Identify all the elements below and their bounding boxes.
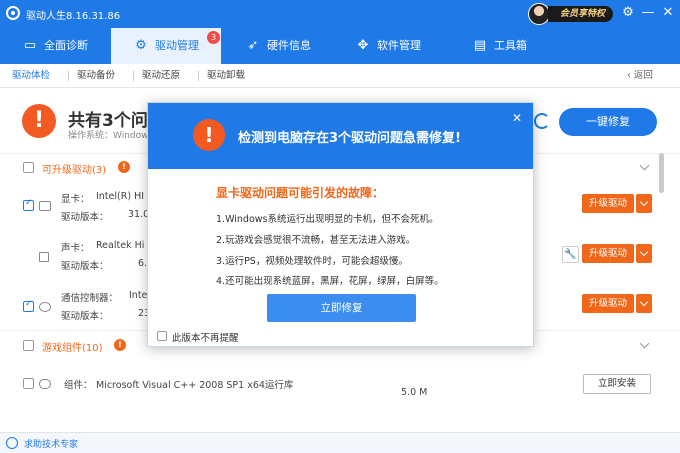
version-label: 驱动版本： (61, 311, 109, 322)
display-card-icon (39, 201, 51, 211)
component-label: 组件： (64, 380, 93, 391)
notification-badge: 3 (207, 31, 220, 44)
minimize-icon[interactable]: — (640, 5, 656, 21)
group-title-upgradable: 可升级驱动(3) (42, 165, 107, 176)
tab-driver-restore[interactable]: 驱动还原 (142, 64, 180, 88)
component-size: 5.0 M (401, 387, 428, 398)
app-logo-icon (6, 6, 20, 20)
gear-icon: ⚙ (135, 38, 147, 53)
nav-driver-manage[interactable]: ⚙ 驱动管理 3 (111, 28, 221, 64)
nav-label: 硬件信息 (267, 39, 311, 52)
main-nav: ▭ 全面诊断 ⚙ 驱动管理 3 ➶ 硬件信息 ✥ 软件管理 ▤ 工具箱 (0, 28, 680, 64)
tab-divider (198, 71, 199, 81)
version-label: 驱动版本： (61, 261, 109, 272)
fix-now-button[interactable]: 立即修复 (267, 294, 416, 322)
upgrade-driver-button[interactable]: 升级驱动 (582, 294, 634, 313)
summary-subtitle: 操作系统：Windows (68, 131, 154, 141)
nav-label: 工具箱 (494, 39, 527, 52)
row-checkbox[interactable] (23, 378, 34, 389)
group-checkbox[interactable] (23, 340, 34, 351)
upgrade-dropdown-button[interactable] (636, 294, 652, 313)
back-label: 返回 (633, 70, 653, 81)
row-checkbox[interactable] (23, 198, 34, 211)
driver-issue-dialog: ! 检测到电脑存在3个驱动问题急需修复! ✕ 显卡驱动问题可能引发的故障： 1.… (147, 102, 534, 347)
chevron-down-icon[interactable] (639, 160, 650, 171)
footer: 求助技术专家 (0, 432, 680, 453)
wrench-icon[interactable]: 🔧 (562, 246, 579, 263)
tab-divider (68, 71, 69, 81)
sub-tab-bar: 驱动体检 驱动备份 驱动还原 驱动卸载 ‹ 返回 (0, 64, 680, 88)
nav-label: 驱动管理 (155, 39, 199, 52)
tab-driver-uninstall[interactable]: 驱动卸载 (207, 64, 245, 88)
warning-icon: ! (118, 161, 130, 173)
app-title: 驱动人生8.16.31.86 (26, 11, 121, 22)
monitor-icon: ▭ (23, 38, 37, 53)
group-checkbox[interactable] (23, 162, 34, 173)
driver-name: Inte (129, 290, 148, 301)
driver-name: Realtek Hi (96, 240, 145, 251)
row-checkbox[interactable] (23, 299, 34, 312)
component-name: Microsoft Visual C++ 2008 SP1 x64运行库 (96, 380, 294, 391)
upgrade-driver-button[interactable]: 升级驱动 (582, 194, 634, 213)
refresh-icon[interactable] (534, 113, 550, 129)
close-icon[interactable]: ✕ (512, 111, 522, 125)
rocket-icon: ➶ (247, 38, 259, 53)
scrollbar[interactable] (659, 153, 664, 193)
driver-version: 31.0 (128, 209, 150, 220)
dialog-header: ! 检测到电脑存在3个驱动问题急需修复! ✕ (148, 103, 533, 169)
settings-icon[interactable]: ⚙ (620, 5, 636, 21)
help-icon (6, 437, 18, 449)
nav-label: 软件管理 (377, 39, 421, 52)
chevron-down-icon[interactable] (639, 338, 650, 349)
user-avatar[interactable] (528, 3, 550, 25)
issue-line: 3.运行PS，视频处理软件时，可能会超级慢。 (216, 256, 408, 267)
issue-line: 1.Windows系统运行出现明显的卡机，但不会死机。 (216, 214, 439, 225)
no-remind-label: 此版本不再提醒 (172, 333, 239, 344)
nav-label: 全面诊断 (44, 39, 88, 52)
no-remind-checkbox[interactable] (157, 331, 167, 341)
tab-driver-check[interactable]: 驱动体检 (12, 64, 50, 88)
issue-line: 4.还可能出现系统蓝屏，黑屏，花屏，绿屏，白屏等。 (216, 276, 444, 287)
software-icon: ✥ (357, 38, 369, 53)
tab-driver-backup[interactable]: 驱动备份 (77, 64, 115, 88)
upgrade-dropdown-button[interactable] (636, 244, 652, 263)
fix-all-button[interactable]: 一键修复 (559, 108, 657, 136)
nav-toolbox[interactable]: ▤ 工具箱 (472, 28, 527, 64)
nav-software-manage[interactable]: ✥ 软件管理 (355, 28, 421, 64)
upgrade-driver-button[interactable]: 升级驱动 (582, 244, 634, 263)
dialog-title: 检测到电脑存在3个驱动问题急需修复! (238, 131, 461, 146)
cloud-icon (39, 379, 51, 389)
ask-expert-link[interactable]: 求助技术专家 (24, 437, 78, 450)
driver-type: 通信控制器： (61, 293, 119, 304)
network-controller-icon (39, 302, 51, 312)
nav-diagnosis[interactable]: ▭ 全面诊断 (22, 28, 88, 64)
back-link[interactable]: ‹ 返回 (627, 64, 653, 88)
toolbox-icon: ▤ (473, 38, 487, 53)
close-icon[interactable]: ✕ (660, 5, 676, 21)
tab-divider (133, 71, 134, 81)
upgrade-dropdown-button[interactable] (636, 194, 652, 213)
warning-icon: ! (193, 119, 225, 151)
warning-icon: ! (114, 339, 126, 351)
speaker-icon (39, 252, 49, 262)
driver-name: Intel(R) HI (96, 191, 145, 202)
issue-line: 2.玩游戏会感觉很不流畅，甚至无法进入游戏。 (216, 235, 416, 246)
version-label: 驱动版本： (61, 212, 109, 223)
vip-badge[interactable]: 会员享特权 (548, 6, 614, 22)
warning-icon: ! (22, 104, 56, 138)
driver-type: 声卡： (61, 243, 90, 254)
title-bar: 驱动人生8.16.31.86 会员享特权 ⚙ — ✕ (0, 0, 680, 28)
group-title-game: 游戏组件(10) (42, 343, 103, 354)
driver-type: 显卡： (61, 194, 90, 205)
dialog-subtitle: 显卡驱动问题可能引发的故障： (216, 186, 385, 200)
nav-hardware-info[interactable]: ➶ 硬件信息 (245, 28, 311, 64)
install-now-button[interactable]: 立即安装 (583, 374, 651, 394)
